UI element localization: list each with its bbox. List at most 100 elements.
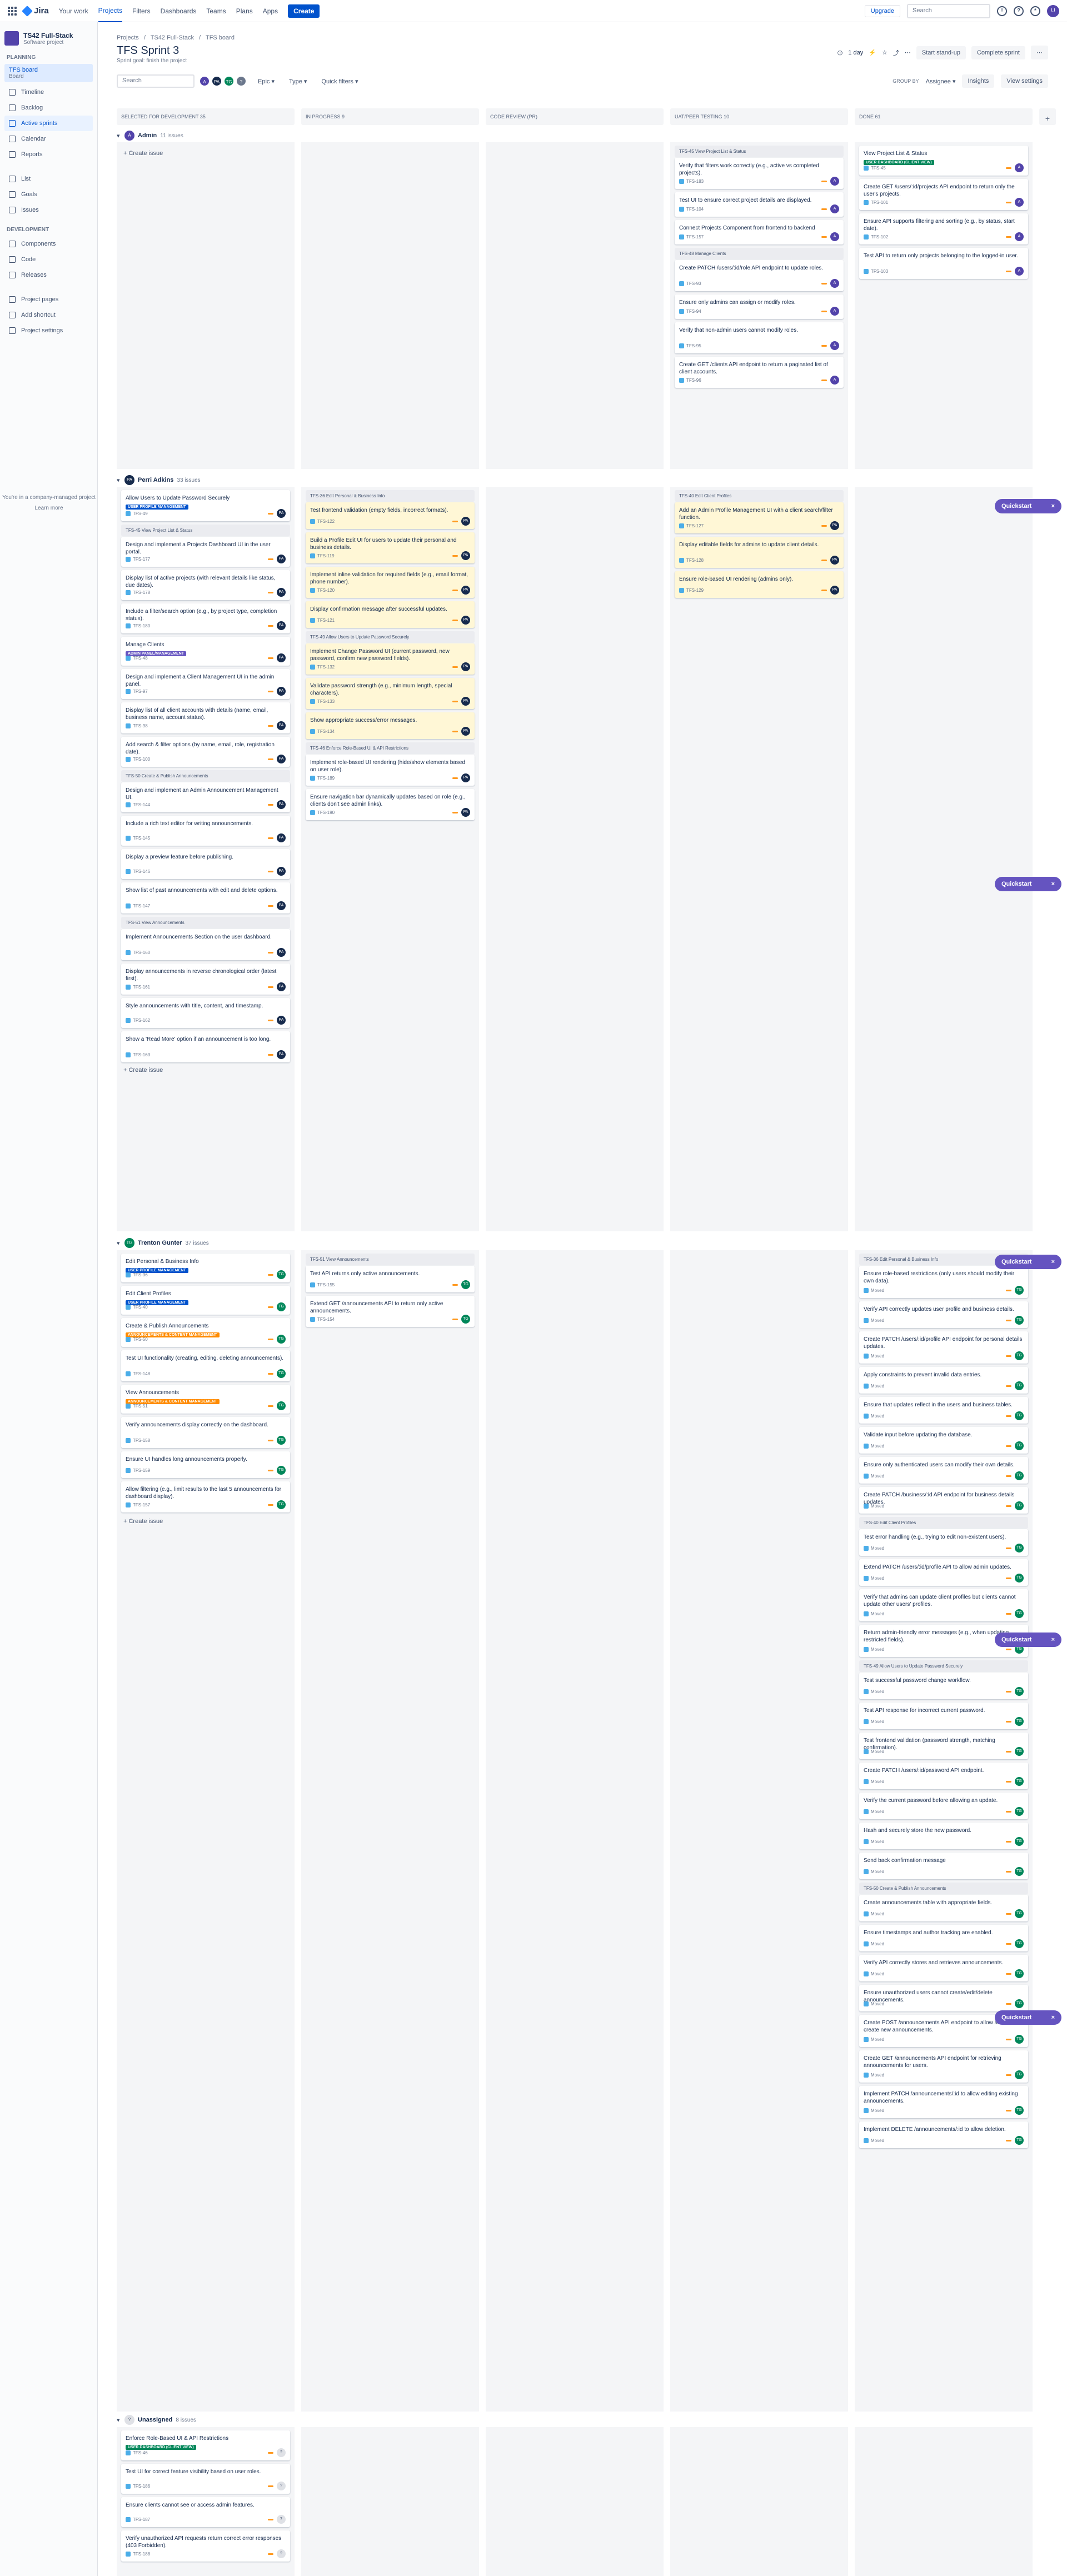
issue-card[interactable]: Style announcements with title, content,…: [121, 998, 290, 1028]
issue-card[interactable]: Show appropriate success/error messages.…: [306, 712, 475, 739]
issue-card[interactable]: Ensure API supports filtering and sortin…: [859, 213, 1028, 244]
issue-card[interactable]: Verify that admins can update client pro…: [859, 1589, 1028, 1621]
issue-card[interactable]: Ensure only authenticated users can modi…: [859, 1457, 1028, 1484]
sidebar-item-project-settings[interactable]: Project settings: [4, 323, 93, 338]
sidebar-item-backlog[interactable]: Backlog: [4, 100, 93, 116]
search-input[interactable]: Search: [907, 3, 990, 18]
sidebar-item-reports[interactable]: Reports: [4, 147, 93, 162]
issue-card[interactable]: Ensure only admins can assign or modify …: [675, 294, 844, 319]
issue-card[interactable]: Create PATCH /users/:id/profile API endp…: [859, 1331, 1028, 1364]
help-icon[interactable]: ?: [1014, 6, 1024, 16]
nav-projects[interactable]: Projects: [98, 0, 122, 22]
quickstart-button[interactable]: Quickstart ×: [995, 1633, 1061, 1647]
issue-card[interactable]: Extend GET /announcements API to return …: [306, 1296, 475, 1327]
issue-card[interactable]: Test successful password change workflow…: [859, 1673, 1028, 1699]
breadcrumb-board[interactable]: TFS board: [206, 34, 235, 41]
issue-card[interactable]: Test UI for correct feature visibility b…: [121, 2464, 290, 2494]
type-filter[interactable]: Type ▾: [289, 78, 307, 85]
nav-dashboards[interactable]: Dashboards: [161, 0, 197, 22]
add-column-button[interactable]: +: [1039, 108, 1056, 125]
sidebar-item-add-shortcut[interactable]: Add shortcut: [4, 307, 93, 323]
issue-card[interactable]: Implement PATCH /announcements/:id to al…: [859, 2086, 1028, 2118]
issue-card[interactable]: Build a Profile Edit UI for users to upd…: [306, 532, 475, 563]
issue-card[interactable]: Edit Personal & Business Info USER PROFIL…: [121, 1254, 290, 1282]
create-issue-button[interactable]: + Create issue: [123, 1518, 163, 1525]
issue-card[interactable]: View Project List & Status USER DASHBOARD…: [859, 146, 1028, 176]
issue-card[interactable]: Display a preview feature before publish…: [121, 849, 290, 879]
sidebar-item-timeline[interactable]: Timeline: [4, 84, 93, 100]
swimlane-perri[interactable]: ▾ PA Perri Adkins 33 issues: [117, 475, 201, 485]
star-icon[interactable]: ☆: [882, 49, 887, 56]
issue-card[interactable]: Implement Announcements Section on the u…: [121, 929, 290, 960]
sidebar-item-releases[interactable]: Releases: [4, 267, 93, 283]
issue-card[interactable]: Display announcements in reverse chronol…: [121, 963, 290, 995]
issue-card[interactable]: Enforce Role-Based UI & API Restrictions…: [121, 2430, 290, 2460]
issue-card[interactable]: Create GET /users/:id/projects API endpo…: [859, 179, 1028, 210]
issue-card[interactable]: Ensure navigation bar dynamically update…: [306, 789, 475, 820]
nav-plans[interactable]: Plans: [236, 0, 253, 22]
issue-card[interactable]: Implement role-based UI rendering (hide/…: [306, 755, 475, 786]
issue-card[interactable]: Verify that filters work correctly (e.g.…: [675, 158, 844, 189]
issue-card[interactable]: Implement DELETE /announcements/:id to a…: [859, 2121, 1028, 2148]
issue-card[interactable]: Design and implement a Projects Dashboar…: [121, 537, 290, 567]
issue-card[interactable]: Create & Publish Announcements ANNOUNCEME…: [121, 1318, 290, 1347]
avatar-filter[interactable]: TG: [223, 76, 235, 87]
create-issue-button[interactable]: + Create issue: [123, 1067, 163, 1074]
sidebar-item-components[interactable]: Components: [4, 236, 93, 252]
issue-card[interactable]: Ensure timestamps and author tracking ar…: [859, 1925, 1028, 1951]
share-icon[interactable]: ⤴: [893, 48, 899, 57]
issue-card[interactable]: Test UI functionality (creating, editing…: [121, 1350, 290, 1381]
avatar-filter[interactable]: PA: [211, 76, 222, 87]
notifications-icon[interactable]: !: [997, 6, 1007, 16]
issue-card[interactable]: Test API to return only projects belongi…: [859, 248, 1028, 279]
issue-card[interactable]: Ensure role-based restrictions (only use…: [859, 1266, 1028, 1298]
sidebar-item-project-pages[interactable]: Project pages: [4, 292, 93, 307]
insights-button[interactable]: Insights: [962, 74, 995, 88]
issue-card[interactable]: Manage Clients ADMIN PANEL/MANAGEMENT TFS-…: [121, 637, 290, 666]
nav-your-work[interactable]: Your work: [59, 0, 88, 22]
issue-card[interactable]: Verify the current password before allow…: [859, 1793, 1028, 1819]
board-switcher[interactable]: TFS board Board: [4, 64, 93, 82]
issue-card[interactable]: Display list of all client accounts with…: [121, 702, 290, 733]
issue-card[interactable]: Verify that non-admin users cannot modif…: [675, 322, 844, 353]
project-header[interactable]: TS42 Full-Stack Software project: [4, 31, 93, 46]
issue-card[interactable]: Test error handling (e.g., trying to edi…: [859, 1529, 1028, 1556]
issue-card[interactable]: Display editable fields for admins to up…: [675, 537, 844, 568]
issue-card[interactable]: Add search & filter options (by name, em…: [121, 737, 290, 767]
issue-card[interactable]: Test UI to ensure correct project detail…: [675, 192, 844, 217]
issue-card[interactable]: Display confirmation message after succe…: [306, 601, 475, 628]
issue-card[interactable]: Show a 'Read More' option if an announce…: [121, 1031, 290, 1062]
breadcrumb-projects[interactable]: Projects: [117, 34, 139, 41]
issue-card[interactable]: Connect Projects Component from frontend…: [675, 220, 844, 244]
board-menu-icon[interactable]: ⋯: [1031, 46, 1048, 59]
epic-filter[interactable]: Epic ▾: [258, 78, 275, 85]
issue-card[interactable]: Create PATCH /business/:id API endpoint …: [859, 1487, 1028, 1514]
issue-card[interactable]: Test frontend validation (empty fields, …: [306, 502, 475, 529]
issue-card[interactable]: Verify unauthorized API requests return …: [121, 2530, 290, 2562]
quickstart-button[interactable]: Quickstart ×: [995, 499, 1061, 513]
nav-apps[interactable]: Apps: [263, 0, 278, 22]
issue-card[interactable]: View Announcements ANNOUNCEMENTS & CONTEN…: [121, 1385, 290, 1414]
quickstart-button[interactable]: Quickstart ×: [995, 877, 1061, 891]
sidebar-item-calendar[interactable]: Calendar: [4, 131, 93, 147]
complete-sprint-button[interactable]: Complete sprint: [971, 46, 1025, 59]
group-by-select[interactable]: Assignee ▾: [926, 78, 956, 85]
sidebar-item-code[interactable]: Code: [4, 252, 93, 267]
issue-card[interactable]: Ensure clients cannot see or access admi…: [121, 2497, 290, 2527]
issue-card[interactable]: Show list of past announcements with edi…: [121, 882, 290, 913]
issue-card[interactable]: Create GET /clients API endpoint to retu…: [675, 357, 844, 388]
start-standup-button[interactable]: Start stand-up: [916, 46, 966, 59]
learn-more-link[interactable]: Learn more: [0, 505, 98, 511]
app-switcher-icon[interactable]: [8, 6, 17, 16]
sidebar-item-list[interactable]: List: [4, 171, 93, 187]
user-avatar[interactable]: U: [1047, 4, 1059, 17]
nav-filters[interactable]: Filters: [132, 0, 151, 22]
swimlane-trenton[interactable]: ▾ TG Trenton Gunter 37 issues: [117, 1238, 209, 1248]
quick-filters[interactable]: Quick filters ▾: [321, 78, 358, 85]
issue-card[interactable]: Create GET /announcements API endpoint f…: [859, 2050, 1028, 2083]
issue-card[interactable]: Validate password strength (e.g., minimu…: [306, 678, 475, 709]
issue-card[interactable]: Display list of active projects (with re…: [121, 570, 290, 600]
sidebar-item-active-sprints[interactable]: Active sprints: [4, 116, 93, 131]
sidebar-item-goals[interactable]: Goals: [4, 187, 93, 202]
issue-card[interactable]: Design and implement an Admin Announceme…: [121, 782, 290, 812]
